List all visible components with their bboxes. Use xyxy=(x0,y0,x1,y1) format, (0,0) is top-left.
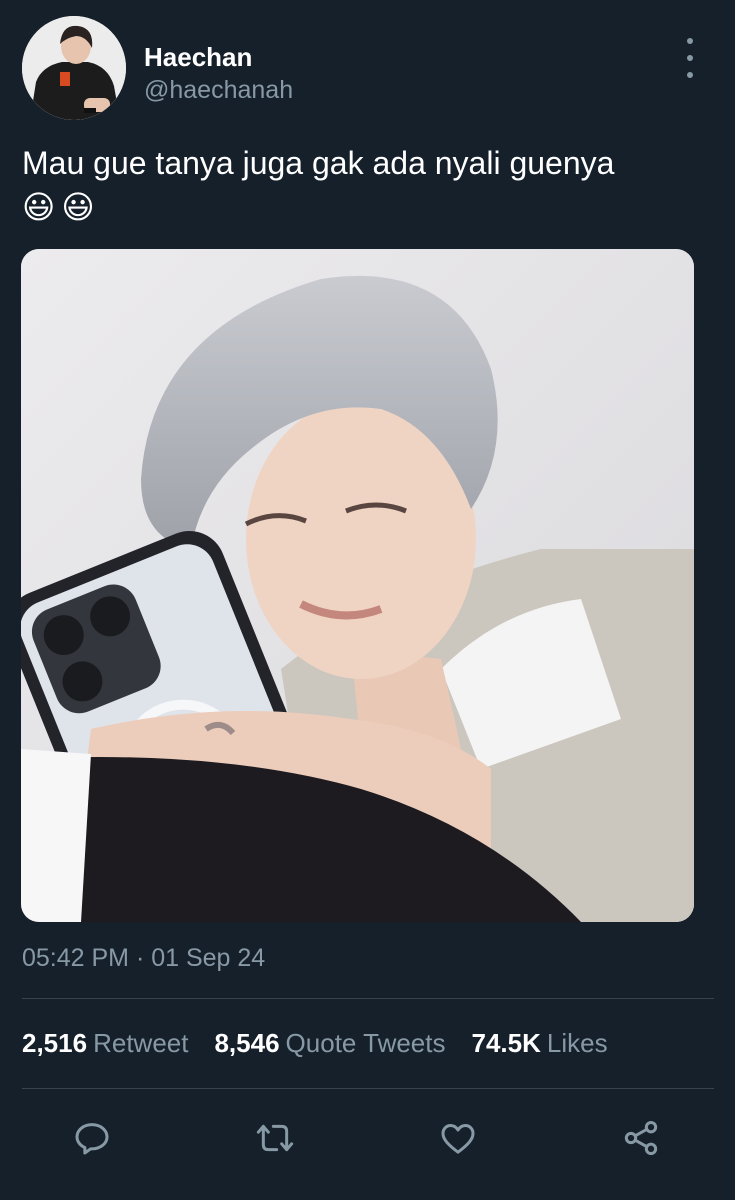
divider xyxy=(22,1088,714,1089)
tweet-header: Haechan @haechanah xyxy=(22,16,712,120)
tweet-text: Mau gue tanya juga gak ada nyali guenya … xyxy=(22,142,712,228)
divider xyxy=(22,998,714,999)
display-name[interactable]: Haechan xyxy=(144,42,252,73)
retweet-button[interactable] xyxy=(255,1118,299,1162)
avatar[interactable] xyxy=(22,16,126,120)
reply-icon xyxy=(75,1123,109,1155)
tweet-photo[interactable] xyxy=(21,249,694,922)
reply-button[interactable] xyxy=(72,1118,116,1162)
username-handle[interactable]: @haechanah xyxy=(144,76,293,105)
smiley-emoji: 😃 xyxy=(22,188,56,226)
quote-tweets-count[interactable]: 8,546 Quote Tweets xyxy=(214,1028,445,1059)
tweet-body: Mau gue tanya juga gak ada nyali guenya xyxy=(22,145,615,181)
more-options-icon[interactable] xyxy=(680,38,700,78)
tweet-timestamp[interactable]: 05:42 PM · 01 Sep 24 xyxy=(22,944,265,973)
tweet-stats: 2,516 Retweet 8,546 Quote Tweets 74.5K Like… xyxy=(22,1028,608,1059)
likes-count[interactable]: 74.5K Likes xyxy=(472,1028,608,1059)
retweet-count[interactable]: 2,516 Retweet xyxy=(22,1028,188,1059)
heart-icon xyxy=(441,1124,475,1154)
share-icon xyxy=(624,1121,658,1155)
like-button[interactable] xyxy=(438,1118,482,1162)
share-button[interactable] xyxy=(621,1118,665,1162)
tweet-actions xyxy=(0,1110,735,1170)
smiley-emoji: 😃 xyxy=(61,188,95,226)
emoji-row: 😃 😃 xyxy=(22,186,712,228)
retweet-icon xyxy=(256,1124,294,1152)
